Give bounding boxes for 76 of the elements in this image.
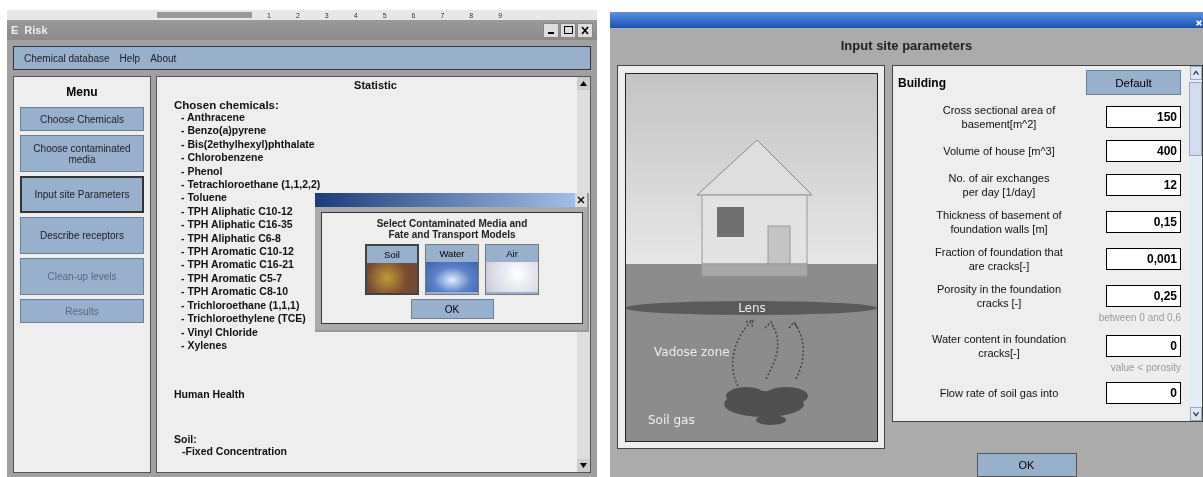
section-heading: Soil: bbox=[174, 433, 197, 446]
parameter-label: No. of air exchanges per day [1/day] bbox=[947, 171, 1051, 199]
gas-flow-arrow bbox=[763, 320, 778, 380]
menu-item[interactable]: About bbox=[150, 52, 177, 64]
parameter-label: Water content in foundation cracks[-] bbox=[930, 332, 1068, 360]
chemical-item: - Tetrachloroethane (1,1,2,2) bbox=[181, 178, 321, 192]
media-button[interactable]: Soil bbox=[365, 244, 419, 295]
input-field[interactable]: 12 bbox=[1106, 174, 1181, 196]
panel-title: Statistic bbox=[353, 79, 398, 91]
menu-item[interactable]: Chemical database bbox=[24, 52, 110, 64]
parameter-label: Cross sectional area of basement[m^2] bbox=[941, 103, 1057, 131]
maximize-icon[interactable] bbox=[560, 22, 576, 38]
input-field[interactable]: 0 bbox=[1106, 382, 1181, 404]
ok-button[interactable]: OK bbox=[410, 299, 494, 319]
menu-button[interactable]: Choose contaminated media bbox=[20, 135, 144, 172]
scroll-up-icon[interactable] bbox=[1189, 66, 1202, 80]
window-title: Risk bbox=[24, 24, 49, 36]
soil-gas-label: Soil gas bbox=[647, 412, 695, 427]
chemical-item: - Chlorobenzene bbox=[181, 151, 264, 165]
model-item: -Fixed Concentration bbox=[182, 445, 287, 458]
chemical-item: - Toluene bbox=[181, 191, 227, 205]
scroll-up-icon[interactable] bbox=[577, 77, 590, 90]
minimize-icon[interactable] bbox=[543, 22, 559, 38]
chemical-item: - Trichloroethane (1,1,1) bbox=[181, 298, 300, 313]
scroll-down-icon[interactable] bbox=[1189, 407, 1202, 421]
parameter-label: Volume of house [m^3] bbox=[942, 144, 1056, 158]
chemical-item: - Anthracene bbox=[181, 111, 245, 125]
menu-button[interactable]: Choose Chemicals bbox=[20, 107, 144, 131]
chemical-item: - TPH Aliphatic C16-35 bbox=[181, 218, 293, 232]
section-heading: Chosen chemicals: bbox=[174, 99, 279, 111]
scroll-thumb[interactable] bbox=[1189, 82, 1202, 156]
parameter-label: Porosity in the foundation cracks [-] bbox=[935, 282, 1063, 310]
close-icon[interactable] bbox=[577, 22, 593, 38]
zone-label: Vadose zone bbox=[653, 344, 730, 359]
parameter-label: Fraction of foundation that are cracks[-] bbox=[934, 245, 1064, 273]
section-heading: Building bbox=[898, 75, 946, 90]
chemical-item: - Vinyl Chloride bbox=[181, 325, 258, 339]
input-field[interactable]: 150 bbox=[1106, 106, 1181, 128]
default-button[interactable]: Default bbox=[1086, 70, 1181, 95]
input-field[interactable]: 0 bbox=[1106, 335, 1181, 357]
lens-label: Lens bbox=[737, 300, 766, 315]
media-button[interactable]: Water bbox=[425, 244, 479, 295]
parameter-label: Thickness of basement of foundation walls [m] bbox=[935, 208, 1063, 236]
hint-text: between 0 and 0,6 bbox=[1097, 312, 1181, 323]
input-field[interactable]: 0,25 bbox=[1106, 285, 1181, 307]
menu-button[interactable]: Describe receptors bbox=[20, 217, 144, 254]
sidebar-title: Menu bbox=[66, 85, 98, 99]
scrollbar[interactable] bbox=[1189, 66, 1202, 421]
ok-button[interactable]: OK bbox=[976, 453, 1077, 477]
chemical-item: - TPH Aromatic C8-10 bbox=[181, 285, 288, 299]
chemical-item: - TPH Aliphatic C10-12 bbox=[181, 204, 293, 219]
parameter-label: Flow rate of soil gas into bbox=[938, 386, 1060, 400]
gas-flow-arrow bbox=[787, 320, 804, 380]
chemical-item: - Bis(2ethylhexyl)phthalate bbox=[181, 137, 315, 152]
chemical-item: - Xylenes bbox=[181, 338, 228, 353]
chemical-item: - Phenol bbox=[181, 164, 223, 179]
input-field[interactable]: 400 bbox=[1106, 140, 1181, 162]
menu-item[interactable]: Help bbox=[119, 52, 141, 64]
media-button[interactable]: Air bbox=[485, 244, 539, 295]
gas-flow-arrow bbox=[731, 318, 754, 387]
section-heading: Human Health bbox=[174, 388, 245, 401]
dialog-heading: Input site parameters bbox=[839, 37, 974, 55]
chemical-item: - TPH Aromatic C5-7 bbox=[181, 271, 283, 286]
hint-text: value < porosity bbox=[1109, 362, 1181, 373]
input-field[interactable]: 0,15 bbox=[1106, 211, 1181, 233]
close-icon[interactable] bbox=[575, 193, 587, 207]
chemical-item: - TPH Aromatic C16-21 bbox=[181, 258, 294, 272]
chemical-item: - Benzo(a)pyrene bbox=[181, 124, 267, 138]
input-field[interactable]: 0,001 bbox=[1106, 248, 1181, 270]
app-icon: E bbox=[11, 24, 19, 36]
dialog-heading: Select Contaminated Media and Fate and Transport Models bbox=[375, 218, 529, 240]
chemical-item: - Trichloroethylene (TCE) bbox=[181, 312, 306, 326]
chemical-item: - TPH Aliphatic C6-8 bbox=[181, 231, 281, 246]
menu-button[interactable]: Input site Parameters bbox=[20, 176, 144, 213]
chemical-item: - TPH Aromatic C10-12 bbox=[181, 245, 294, 259]
scroll-down-icon[interactable] bbox=[577, 459, 590, 472]
